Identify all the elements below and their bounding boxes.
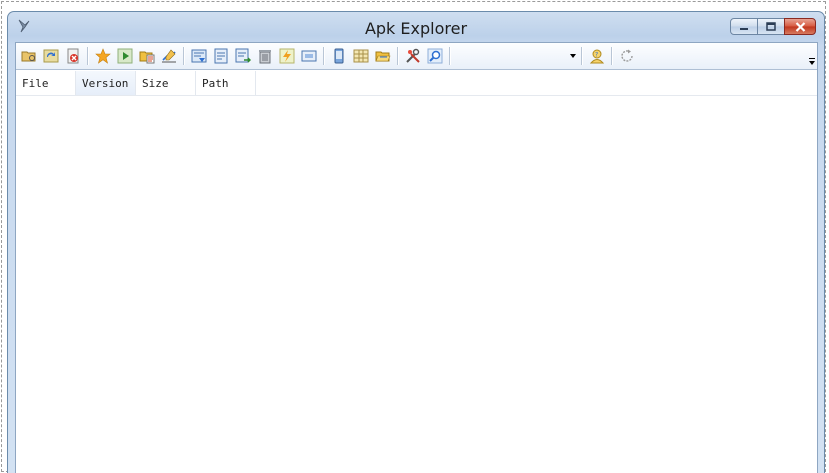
edit-chart-icon[interactable]	[160, 47, 178, 65]
trash-icon[interactable]	[256, 47, 274, 65]
toolbar-overflow-button[interactable]	[809, 58, 815, 66]
file-list[interactable]: File Version Size Path	[16, 71, 817, 473]
overflow-chevron-icon	[809, 61, 815, 65]
open-folder-icon[interactable]	[20, 47, 38, 65]
toolbar-separator	[323, 47, 325, 65]
favorite-star-icon[interactable]	[94, 47, 112, 65]
client-area: ? File Version Size Path	[15, 42, 818, 473]
restore-button[interactable]	[757, 18, 785, 35]
remove-icon[interactable]	[64, 47, 82, 65]
doc-arrow-icon[interactable]	[190, 47, 208, 65]
search-icon[interactable]	[426, 47, 444, 65]
refresh-icon[interactable]	[42, 47, 60, 65]
caption-buttons	[730, 18, 816, 35]
folder-open-icon[interactable]	[374, 47, 392, 65]
doc-export-icon[interactable]	[234, 47, 252, 65]
grid-icon[interactable]	[352, 47, 370, 65]
lightning-icon[interactable]	[278, 47, 296, 65]
toolbar-separator	[449, 47, 451, 65]
chevron-down-icon[interactable]	[570, 54, 576, 58]
minimize-icon	[740, 27, 748, 30]
column-header-version[interactable]: Version	[76, 71, 136, 95]
toolbar-separator	[397, 47, 399, 65]
package-combo[interactable]	[458, 47, 578, 65]
toolbar-separator	[87, 47, 89, 65]
tools-icon[interactable]	[404, 47, 422, 65]
window-box-icon[interactable]	[300, 47, 318, 65]
play-icon[interactable]	[116, 47, 134, 65]
close-button[interactable]	[784, 18, 816, 35]
toolbar-separator	[183, 47, 185, 65]
column-header-path[interactable]: Path	[196, 71, 256, 95]
toolbar-separator	[611, 47, 613, 65]
close-icon	[795, 21, 805, 32]
toolbar: ?	[16, 43, 817, 70]
title-bar[interactable]: Apk Explorer	[8, 12, 824, 42]
minimize-button[interactable]	[730, 18, 758, 35]
list-header: File Version Size Path	[16, 71, 817, 96]
app-window: Apk Explorer ? File Version Size Path	[7, 11, 825, 473]
toolbar-separator	[581, 47, 583, 65]
user-question-icon[interactable]: ?	[588, 47, 606, 65]
window-title: Apk Explorer	[364, 19, 468, 38]
svg-text:?: ?	[595, 52, 598, 59]
device-icon[interactable]	[330, 47, 348, 65]
doc-text-icon[interactable]	[212, 47, 230, 65]
column-header-file[interactable]: File	[16, 71, 76, 95]
column-header-size[interactable]: Size	[136, 71, 196, 95]
open-file-icon[interactable]	[138, 47, 156, 65]
reload-circle-icon[interactable]	[618, 47, 636, 65]
restore-icon	[766, 22, 776, 31]
